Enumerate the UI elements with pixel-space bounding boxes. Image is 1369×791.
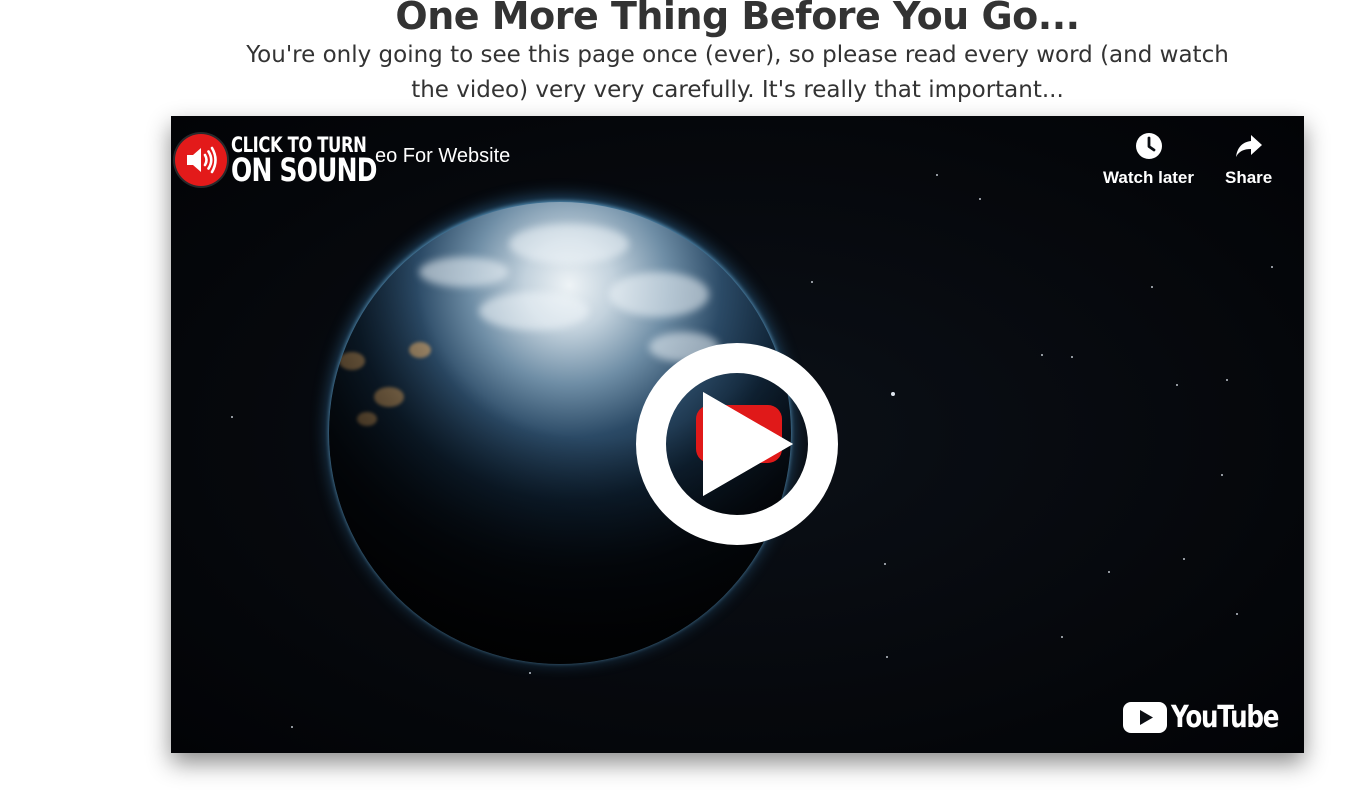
sound-badge-line2: ON SOUND [231,150,377,189]
youtube-logo-text: YouTube [1171,700,1279,735]
star [1236,613,1238,615]
star [811,281,813,283]
page-subtitle: You're only going to see this page once … [246,42,1229,103]
page-title: One More Thing Before You Go... [395,0,1080,38]
star [891,392,895,396]
star [1221,474,1223,476]
star [1271,266,1273,268]
star [1183,558,1185,560]
star [979,198,981,200]
clock-icon [1135,133,1162,159]
page: One More Thing Before You Go... You're o… [0,0,1369,791]
star [884,563,886,565]
star [1151,286,1153,288]
watch-later-label: Watch later [1103,168,1195,187]
share-button[interactable]: Share [1225,132,1272,188]
video-player[interactable]: eo For Website CLICK TO TURN ON SOUND Wa… [171,116,1304,753]
star [1176,384,1178,386]
star [1071,356,1073,358]
turn-on-sound-label: CLICK TO TURN ON SOUND [231,134,377,189]
speaker-icon [175,134,227,186]
play-icon[interactable] [703,392,793,496]
share-label: Share [1225,168,1273,187]
youtube-logo[interactable]: YouTube [1123,700,1284,735]
star [529,672,531,674]
turn-on-sound-button[interactable]: CLICK TO TURN ON SOUND [175,134,418,186]
star [1041,354,1043,356]
star [936,174,938,176]
watch-later-button[interactable]: Watch later [1103,132,1194,188]
star [1108,571,1110,573]
star [1061,636,1063,638]
star [1226,379,1228,381]
youtube-logo-icon [1123,702,1168,733]
share-arrow-icon [1235,135,1262,157]
star [291,726,293,728]
star [231,416,233,418]
star [886,656,888,658]
